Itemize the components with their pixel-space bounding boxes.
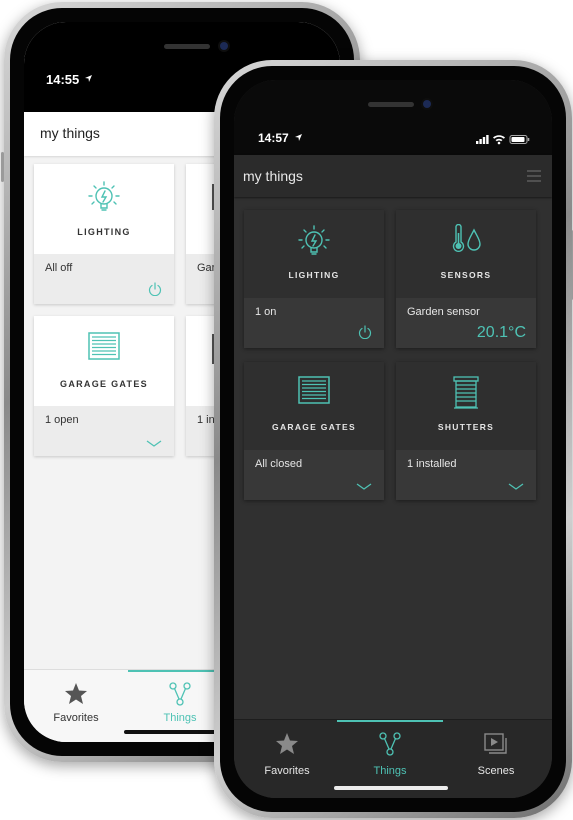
- front-phone-bezel: 14:57 my things LIGHTING 1 on SENSORS Ga…: [220, 66, 566, 812]
- signal-wifi-battery-icons: [476, 135, 530, 145]
- speaker-grille: [368, 102, 414, 107]
- home-indicator: [334, 786, 448, 790]
- tab-label: Things: [373, 765, 407, 777]
- garage-gate-icon: [298, 376, 330, 404]
- tab-favorites[interactable]: Favorites: [24, 670, 128, 742]
- menu-icon[interactable]: [526, 169, 542, 183]
- power-icon[interactable]: [358, 325, 372, 339]
- front-camera: [220, 42, 228, 50]
- card-title: GARAGE GATES: [60, 379, 148, 389]
- card-status: 1 installed: [407, 458, 457, 470]
- card-status: All closed: [255, 458, 303, 470]
- thermometer-droplet-icon: [452, 224, 481, 252]
- location-arrow-icon: [295, 134, 302, 141]
- page-title: my things: [40, 125, 100, 141]
- signal-icon: [476, 135, 489, 144]
- mute-switch: [1, 152, 4, 182]
- front-camera: [423, 100, 431, 108]
- status-time: 14:57: [258, 131, 289, 145]
- speaker-grille: [164, 44, 210, 49]
- location-arrow-icon: [85, 75, 92, 82]
- chevron-down-icon[interactable]: [146, 440, 162, 448]
- tab-label: Favorites: [53, 712, 99, 724]
- shutters-card[interactable]: SHUTTERS 1 installed: [396, 362, 536, 500]
- sensors-card[interactable]: SENSORS Garden sensor 20.1°C: [396, 210, 536, 348]
- status-bar: 14:57: [234, 80, 552, 155]
- scenes-icon: [484, 733, 507, 754]
- battery-icon: [509, 135, 530, 144]
- lightbulb-icon: [298, 225, 330, 255]
- lightbulb-icon: [88, 181, 120, 211]
- front-phone-frame: 14:57 my things LIGHTING 1 on SENSORS Ga…: [214, 60, 573, 818]
- shutter-icon: [453, 376, 479, 409]
- lighting-card[interactable]: LIGHTING 1 on: [244, 210, 384, 348]
- garage-gates-card[interactable]: GARAGE GATES All closed: [244, 362, 384, 500]
- front-phone-screen: 14:57 my things LIGHTING 1 on SENSORS Ga…: [234, 80, 552, 798]
- card-title: LIGHTING: [288, 270, 340, 280]
- garage-gates-card[interactable]: GARAGE GATES 1 open: [34, 316, 174, 456]
- card-status: 1 on: [255, 306, 277, 318]
- power-icon[interactable]: [148, 282, 162, 296]
- page-title: my things: [243, 168, 303, 184]
- status-icons: [476, 132, 530, 150]
- star-icon: [65, 683, 87, 704]
- card-status: 1 in: [197, 414, 215, 426]
- lighting-card[interactable]: LIGHTING All off: [34, 164, 174, 304]
- chevron-down-icon[interactable]: [356, 483, 372, 491]
- things-icon: [379, 732, 401, 756]
- card-status: Garden sensor: [407, 306, 480, 318]
- card-title: SENSORS: [440, 270, 492, 280]
- temperature-value: 20.1°C: [476, 324, 526, 341]
- garage-gate-icon: [88, 332, 120, 360]
- app-header: my things: [234, 155, 552, 197]
- tab-bar: Favorites Things Scenes: [234, 719, 552, 798]
- card-status: 1 open: [45, 414, 79, 426]
- card-title: SHUTTERS: [437, 422, 495, 432]
- wifi-icon: [493, 135, 505, 145]
- card-title: GARAGE GATES: [272, 422, 356, 432]
- things-icon: [169, 682, 191, 706]
- tab-label: Favorites: [264, 765, 310, 777]
- chevron-down-icon[interactable]: [508, 483, 524, 491]
- tab-label: Scenes: [477, 765, 515, 777]
- card-status: Gar: [197, 262, 216, 274]
- card-title: LIGHTING: [77, 227, 131, 237]
- star-icon: [276, 733, 298, 754]
- status-time: 14:55: [46, 72, 80, 87]
- tab-favorites[interactable]: Favorites: [234, 720, 340, 798]
- tab-scenes[interactable]: Scenes: [443, 720, 549, 798]
- card-status: All off: [45, 262, 73, 274]
